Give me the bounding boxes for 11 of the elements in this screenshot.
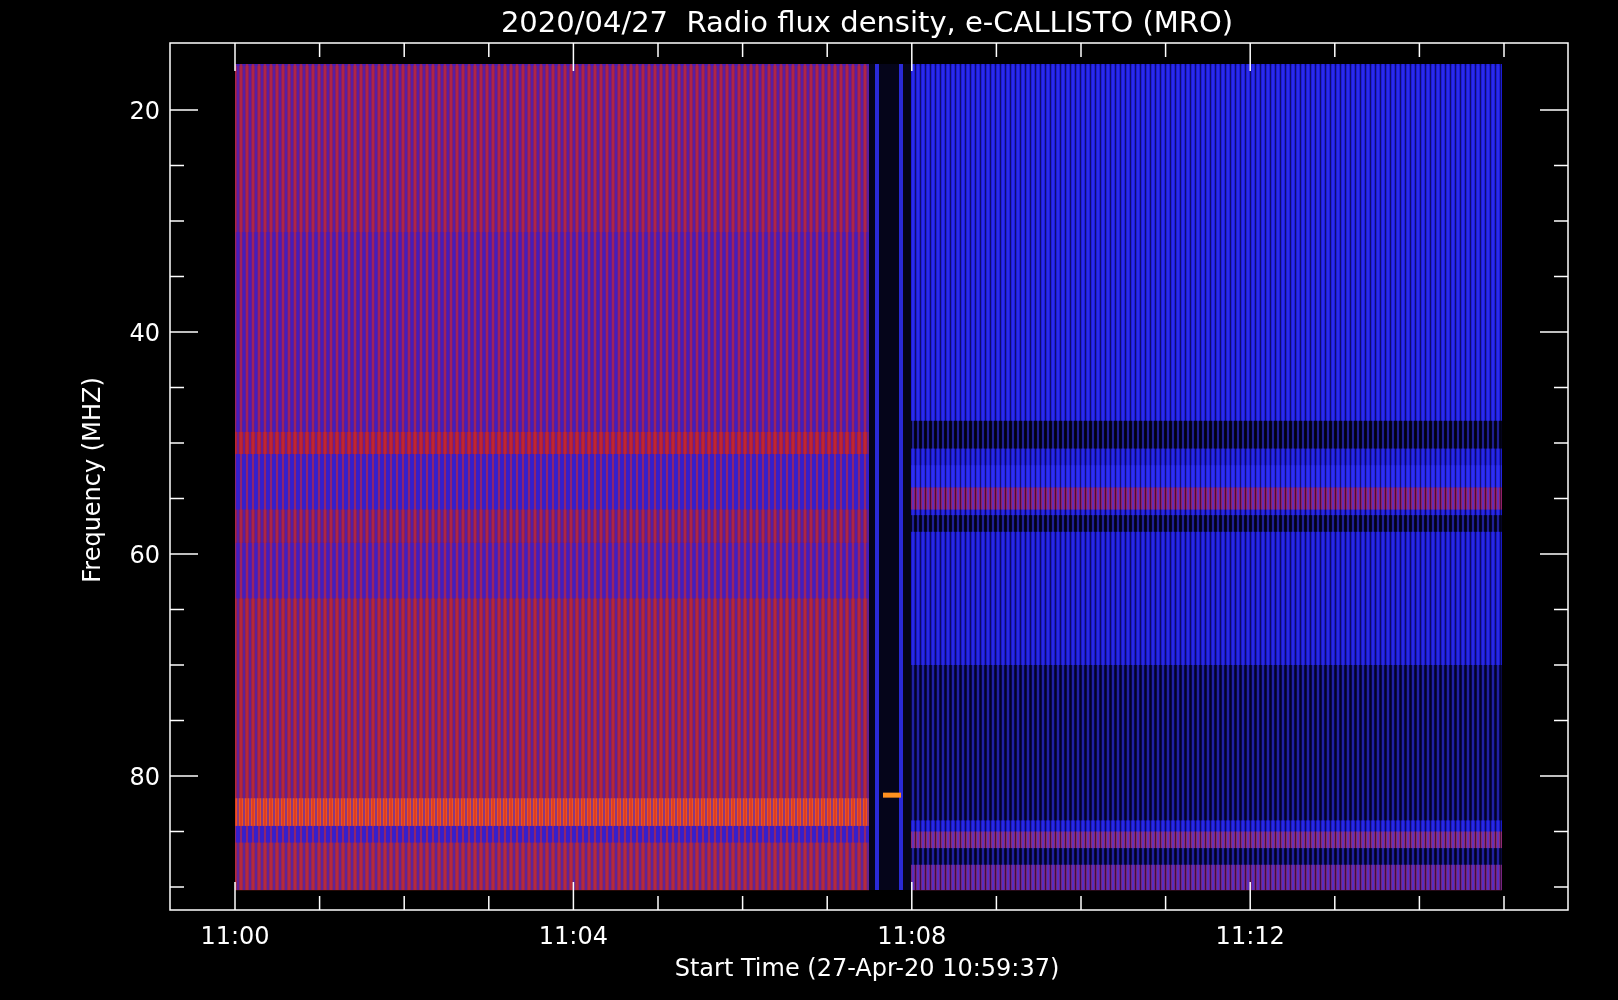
plot-title: 2020/04/27 Radio flux density, e-CALLISTO (MRO) (500, 5, 1234, 39)
tick-label: 11:12 (1215, 922, 1285, 950)
axis-label: Start Time (27-Apr-20 10:59:37) (674, 954, 1060, 982)
tick-label: 11:08 (877, 922, 947, 950)
tick-label: 40 (129, 319, 160, 347)
tick-label: 11:04 (538, 922, 608, 950)
tick-label: 11:00 (200, 922, 270, 950)
axis-label: Frequency (MHZ) (78, 377, 106, 583)
tick-label: 60 (129, 541, 160, 569)
tick-label: 20 (129, 97, 160, 125)
tick-label: 80 (129, 763, 160, 791)
